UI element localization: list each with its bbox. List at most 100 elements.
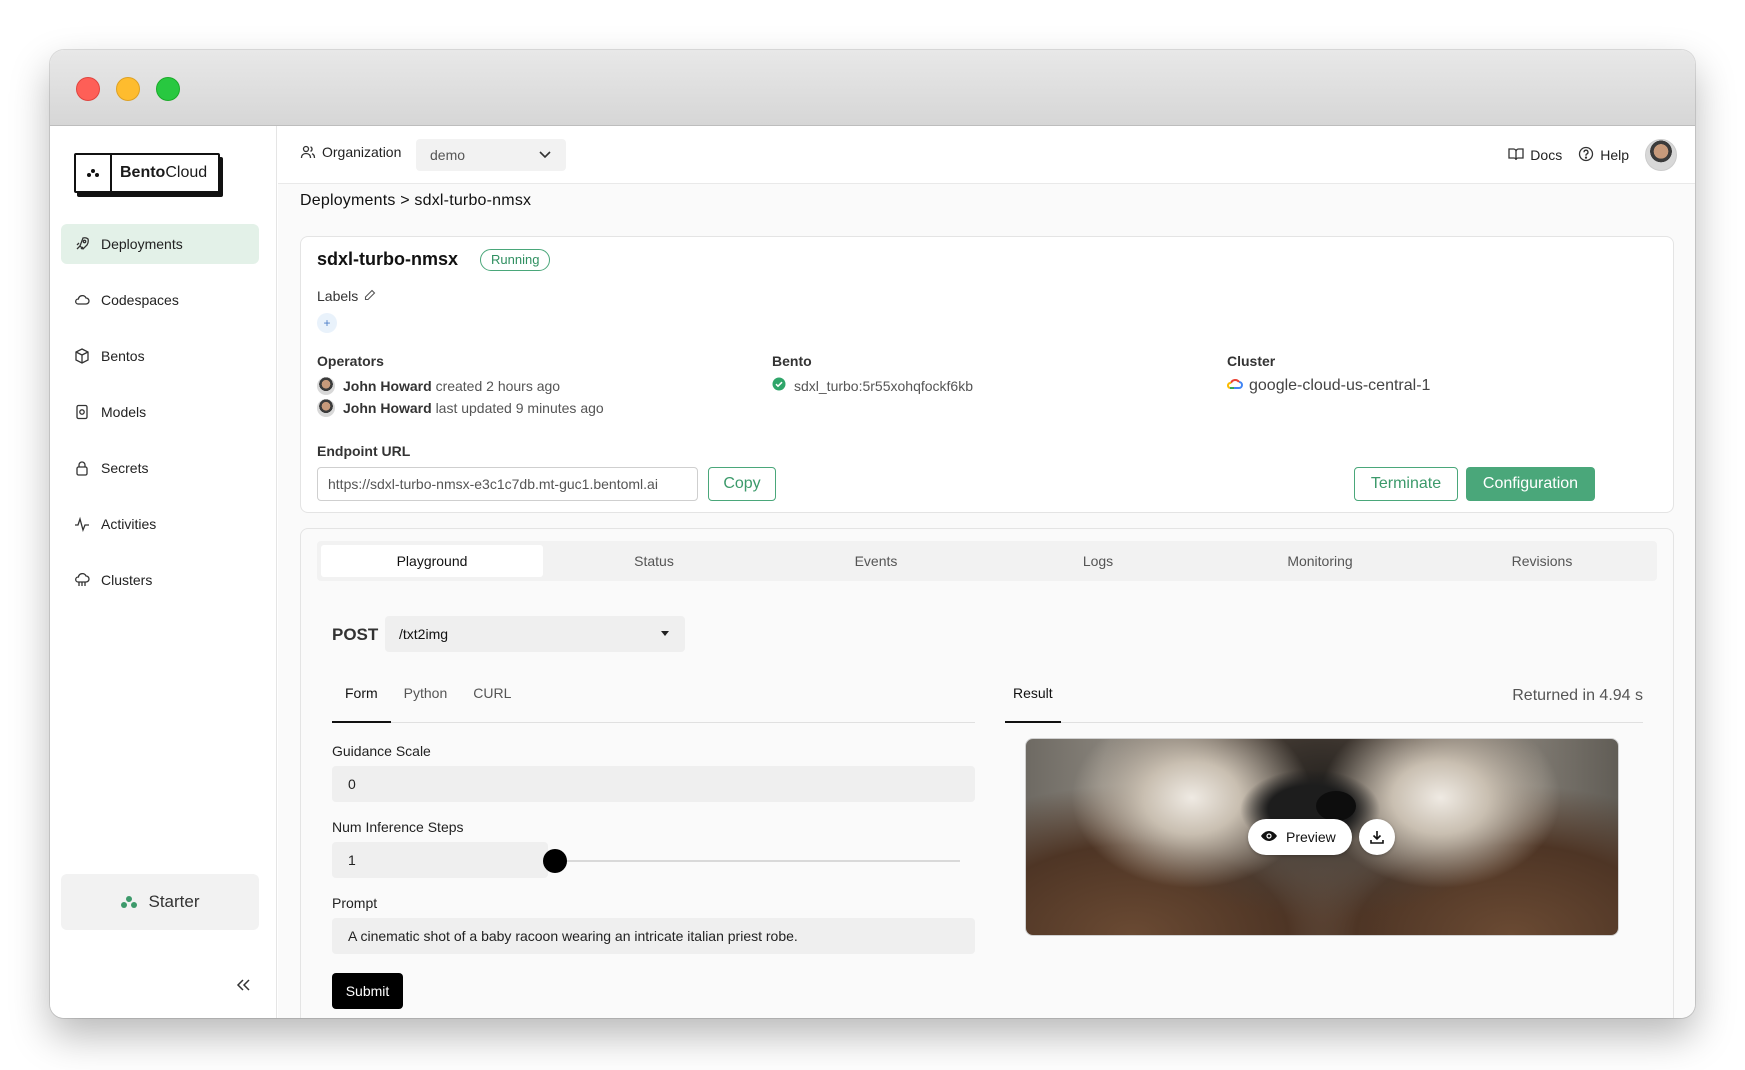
- lock-icon: [73, 459, 91, 477]
- tab-playground[interactable]: Playground: [321, 545, 543, 577]
- breadcrumb: Deployments > sdxl-turbo-nmsx: [300, 192, 532, 209]
- collapse-sidebar-icon[interactable]: [232, 974, 254, 996]
- organization-label: Organization: [300, 144, 401, 160]
- maximize-window-button[interactable]: [156, 77, 180, 101]
- request-format-tabs: Form Python CURL: [332, 677, 975, 723]
- caret-down-icon: [661, 631, 669, 636]
- sidebar-item-codespaces[interactable]: Codespaces: [61, 280, 259, 320]
- chevron-down-icon: [538, 147, 552, 161]
- cluster-title: Cluster: [1227, 353, 1276, 369]
- endpoint-url-field[interactable]: https://sdxl-turbo-nmsx-e3c1c7db.mt-guc1…: [317, 467, 698, 501]
- bento-title: Bento: [772, 353, 812, 369]
- sidebar-item-clusters[interactable]: Clusters: [61, 560, 259, 600]
- tab-result[interactable]: Result: [1005, 677, 1061, 723]
- sidebar-item-label: Bentos: [101, 348, 145, 364]
- sidebar-nav: Deployments Codespaces Bentos Models Sec…: [61, 224, 259, 616]
- configuration-button[interactable]: Configuration: [1466, 467, 1595, 501]
- sidebar-item-label: Secrets: [101, 460, 149, 476]
- cloud-icon: [73, 291, 91, 309]
- inference-steps-slider-thumb[interactable]: [543, 849, 567, 873]
- route-select[interactable]: /txt2img: [385, 616, 685, 652]
- tab-python[interactable]: Python: [391, 677, 461, 723]
- prompt-input[interactable]: A cinematic shot of a baby racoon wearin…: [332, 918, 975, 954]
- tab-revisions[interactable]: Revisions: [1431, 545, 1653, 577]
- status-badge: Running: [480, 249, 551, 271]
- operator-created: John Howard created 2 hours ago: [317, 377, 560, 395]
- top-actions: Docs Help: [1508, 139, 1677, 171]
- logo-text: BentoCloud: [120, 164, 208, 181]
- close-window-button[interactable]: [76, 77, 100, 101]
- google-cloud-icon: [1226, 377, 1243, 395]
- sidebar-item-label: Models: [101, 404, 147, 420]
- bento-logo-icon: [76, 155, 112, 191]
- avatar: [317, 399, 335, 417]
- sidebar-item-deployments[interactable]: Deployments: [61, 224, 259, 264]
- model-icon: [73, 403, 91, 421]
- image-subject: [1316, 791, 1356, 821]
- tab-status[interactable]: Status: [543, 545, 765, 577]
- operators-title: Operators: [317, 353, 384, 369]
- tab-events[interactable]: Events: [765, 545, 987, 577]
- deployment-title: sdxl-turbo-nmsx: [317, 249, 459, 269]
- guidance-scale-label: Guidance Scale: [332, 743, 431, 759]
- bento-value[interactable]: sdxl_turbo:5r55xohqfockf6kb: [772, 377, 973, 394]
- deployment-card: sdxl-turbo-nmsx Running Labels + Operato…: [300, 236, 1674, 513]
- submit-button[interactable]: Submit: [332, 973, 403, 1009]
- bentocloud-logo[interactable]: BentoCloud: [74, 153, 220, 193]
- cluster-value: google-cloud-us-central-1: [1226, 377, 1430, 395]
- eye-icon: [1260, 829, 1278, 845]
- help-circle-icon: [1578, 146, 1594, 165]
- add-label-button[interactable]: +: [317, 313, 337, 333]
- terminate-button[interactable]: Terminate: [1354, 467, 1458, 501]
- preview-button[interactable]: Preview: [1248, 819, 1352, 855]
- sidebar: BentoCloud Deployments Codespaces Bentos: [50, 126, 277, 1018]
- copy-button[interactable]: Copy: [708, 467, 776, 501]
- guidance-scale-input[interactable]: 0: [332, 766, 975, 802]
- book-icon: [1508, 146, 1524, 165]
- labels-section: Labels: [317, 288, 376, 304]
- prompt-label: Prompt: [332, 895, 378, 911]
- docs-link[interactable]: Docs: [1508, 146, 1562, 165]
- result-image: Preview: [1025, 738, 1619, 936]
- http-method: POST: [332, 625, 379, 644]
- tab-curl[interactable]: CURL: [460, 677, 524, 723]
- sidebar-item-label: Clusters: [101, 572, 153, 588]
- sidebar-item-label: Codespaces: [101, 292, 179, 308]
- check-circle-icon: [772, 377, 786, 394]
- sidebar-item-bentos[interactable]: Bentos: [61, 336, 259, 376]
- top-bar: Organization demo Docs Help: [278, 126, 1695, 184]
- box-icon: [73, 347, 91, 365]
- sidebar-item-models[interactable]: Models: [61, 392, 259, 432]
- deployment-tabs: Playground Status Events Logs Monitoring…: [317, 541, 1657, 581]
- inference-steps-input[interactable]: 1: [332, 842, 548, 878]
- playground-panel: Playground Status Events Logs Monitoring…: [300, 528, 1674, 1018]
- download-icon[interactable]: [1359, 819, 1395, 855]
- sidebar-item-label: Activities: [101, 516, 157, 532]
- window-titlebar: [50, 50, 1695, 126]
- tab-logs[interactable]: Logs: [987, 545, 1209, 577]
- organization-select[interactable]: demo: [416, 139, 566, 171]
- sidebar-item-secrets[interactable]: Secrets: [61, 448, 259, 488]
- main-content: Organization demo Docs Help Deployments …: [278, 126, 1695, 1018]
- user-avatar[interactable]: [1645, 139, 1677, 171]
- tab-form[interactable]: Form: [332, 677, 391, 723]
- inference-steps-label: Num Inference Steps: [332, 819, 464, 835]
- avatar: [317, 377, 335, 395]
- users-icon: [300, 144, 316, 160]
- endpoint-title: Endpoint URL: [317, 443, 411, 459]
- app-window: BentoCloud Deployments Codespaces Bentos: [50, 50, 1695, 1018]
- sidebar-item-activities[interactable]: Activities: [61, 504, 259, 544]
- edit-pencil-icon[interactable]: [364, 288, 376, 304]
- sidebar-item-label: Deployments: [101, 236, 183, 252]
- inference-steps-slider-track[interactable]: [545, 860, 960, 862]
- rocket-icon: [73, 235, 91, 253]
- help-link[interactable]: Help: [1578, 146, 1629, 165]
- plan-label: Starter: [148, 892, 200, 911]
- bento-dots-icon: [120, 895, 138, 909]
- plan-starter-button[interactable]: Starter: [61, 874, 259, 930]
- operator-updated: John Howard last updated 9 minutes ago: [317, 399, 604, 417]
- activity-icon: [73, 515, 91, 533]
- tab-monitoring[interactable]: Monitoring: [1209, 545, 1431, 577]
- minimize-window-button[interactable]: [116, 77, 140, 101]
- cluster-icon: [73, 571, 91, 589]
